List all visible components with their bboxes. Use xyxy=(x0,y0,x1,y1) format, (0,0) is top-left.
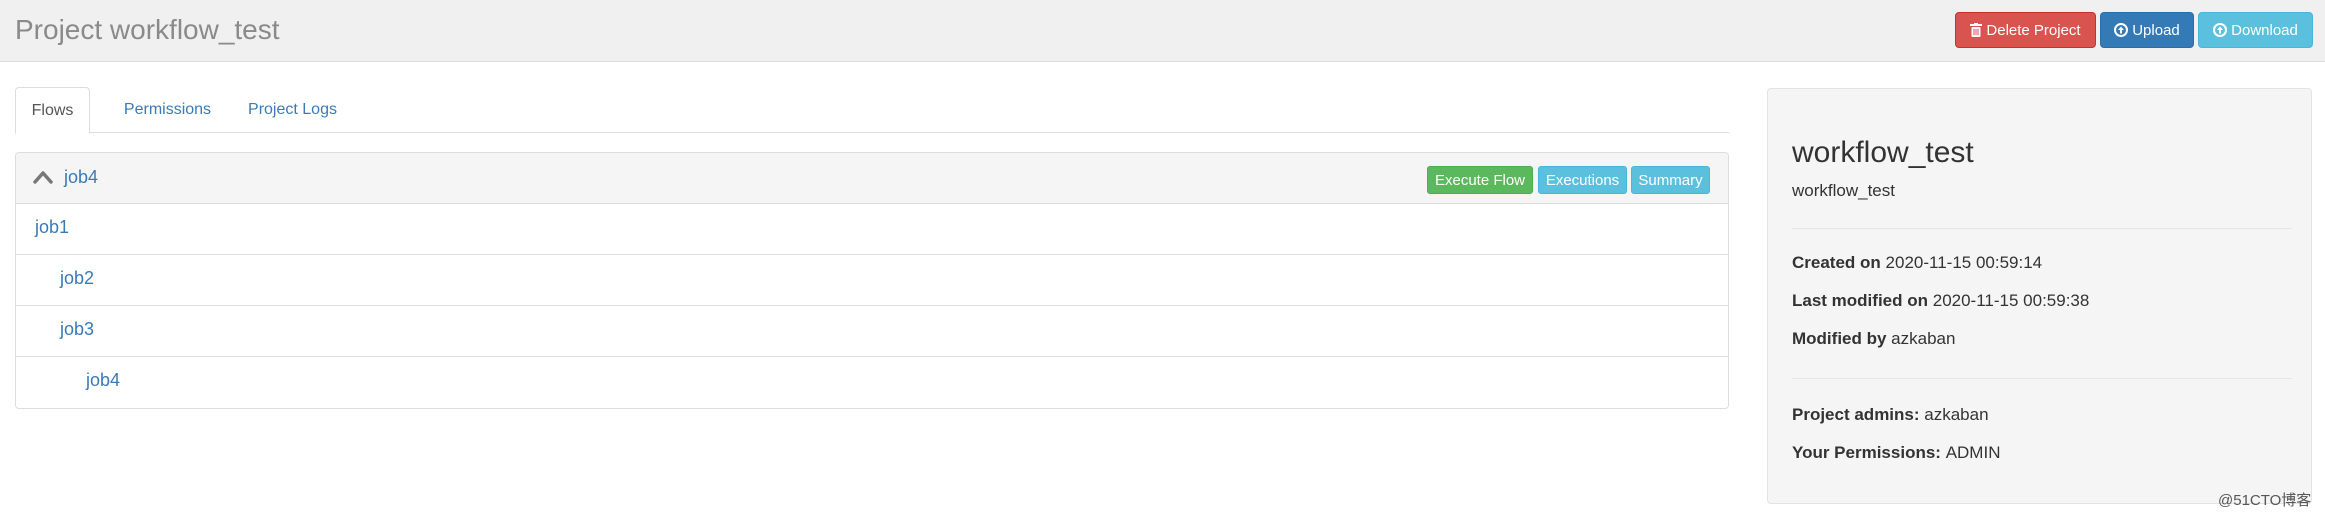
job-link[interactable]: job1 xyxy=(35,217,69,238)
flow-name-link[interactable]: job4 xyxy=(64,167,98,188)
project-admins: Project admins: azkaban xyxy=(1792,405,1989,425)
job-row: job3 xyxy=(16,306,1728,357)
upload-button[interactable]: Upload xyxy=(2100,12,2194,48)
arrow-circle-up-icon xyxy=(2114,23,2129,37)
download-button[interactable]: Download xyxy=(2198,12,2313,48)
divider xyxy=(1792,228,2292,229)
tab-project-logs[interactable]: Project Logs xyxy=(230,87,355,133)
download-label: Download xyxy=(2231,21,2298,39)
summary-button[interactable]: Summary xyxy=(1631,166,1710,194)
page-title: Project workflow_test xyxy=(15,14,280,45)
your-permissions: Your Permissions: ADMIN xyxy=(1792,443,2000,463)
project-info-panel: workflow_test workflow_test Created on 2… xyxy=(1767,88,2312,504)
chevron-up-icon[interactable] xyxy=(33,169,53,185)
last-modified-label: Last modified on xyxy=(1792,291,1933,310)
created-on-value: 2020-11-15 00:59:14 xyxy=(1885,253,2043,272)
job-link[interactable]: job2 xyxy=(60,268,94,289)
job-row: job4 xyxy=(16,357,1728,408)
flow-panel-header: job4 Execute Flow Executions Summary xyxy=(16,153,1728,204)
modified-by: Modified by azkaban xyxy=(1792,329,1955,349)
divider xyxy=(1792,378,2292,379)
project-name: workflow_test xyxy=(1792,136,1974,169)
your-permissions-value: ADMIN xyxy=(1945,443,2001,462)
trash-icon xyxy=(1970,23,1983,37)
your-permissions-label: Your Permissions: xyxy=(1792,443,1946,462)
project-tabs: Flows Permissions Project Logs xyxy=(15,87,1729,134)
arrow-circle-down-icon xyxy=(2213,23,2228,37)
project-admins-label: Project admins: xyxy=(1792,405,1925,424)
watermark: @51CTO博客 xyxy=(2218,492,2312,509)
modified-by-value: azkaban xyxy=(1891,329,1956,348)
project-description: workflow_test xyxy=(1792,181,1895,200)
created-on-label: Created on xyxy=(1792,253,1886,272)
delete-project-button[interactable]: Delete Project xyxy=(1955,12,2096,48)
project-admins-value: azkaban xyxy=(1924,405,1989,424)
tab-permissions[interactable]: Permissions xyxy=(95,87,240,133)
delete-project-label: Delete Project xyxy=(1986,21,2081,39)
flow-panel: job4 Execute Flow Executions Summary job… xyxy=(15,152,1729,409)
created-on: Created on 2020-11-15 00:59:14 xyxy=(1792,253,2042,273)
executions-button[interactable]: Executions xyxy=(1538,166,1627,194)
tab-flows[interactable]: Flows xyxy=(15,87,90,134)
page-header: Project workflow_test Delete Project Upl… xyxy=(0,0,2325,62)
upload-label: Upload xyxy=(2132,21,2180,39)
job-link[interactable]: job4 xyxy=(86,370,120,391)
last-modified-value: 2020-11-15 00:59:38 xyxy=(1932,291,2090,310)
job-link[interactable]: job3 xyxy=(60,319,94,340)
modified-by-label: Modified by xyxy=(1792,329,1892,348)
last-modified-on: Last modified on 2020-11-15 00:59:38 xyxy=(1792,291,2089,311)
job-row: job1 xyxy=(16,204,1728,255)
execute-flow-button[interactable]: Execute Flow xyxy=(1427,166,1533,194)
job-row: job2 xyxy=(16,255,1728,306)
